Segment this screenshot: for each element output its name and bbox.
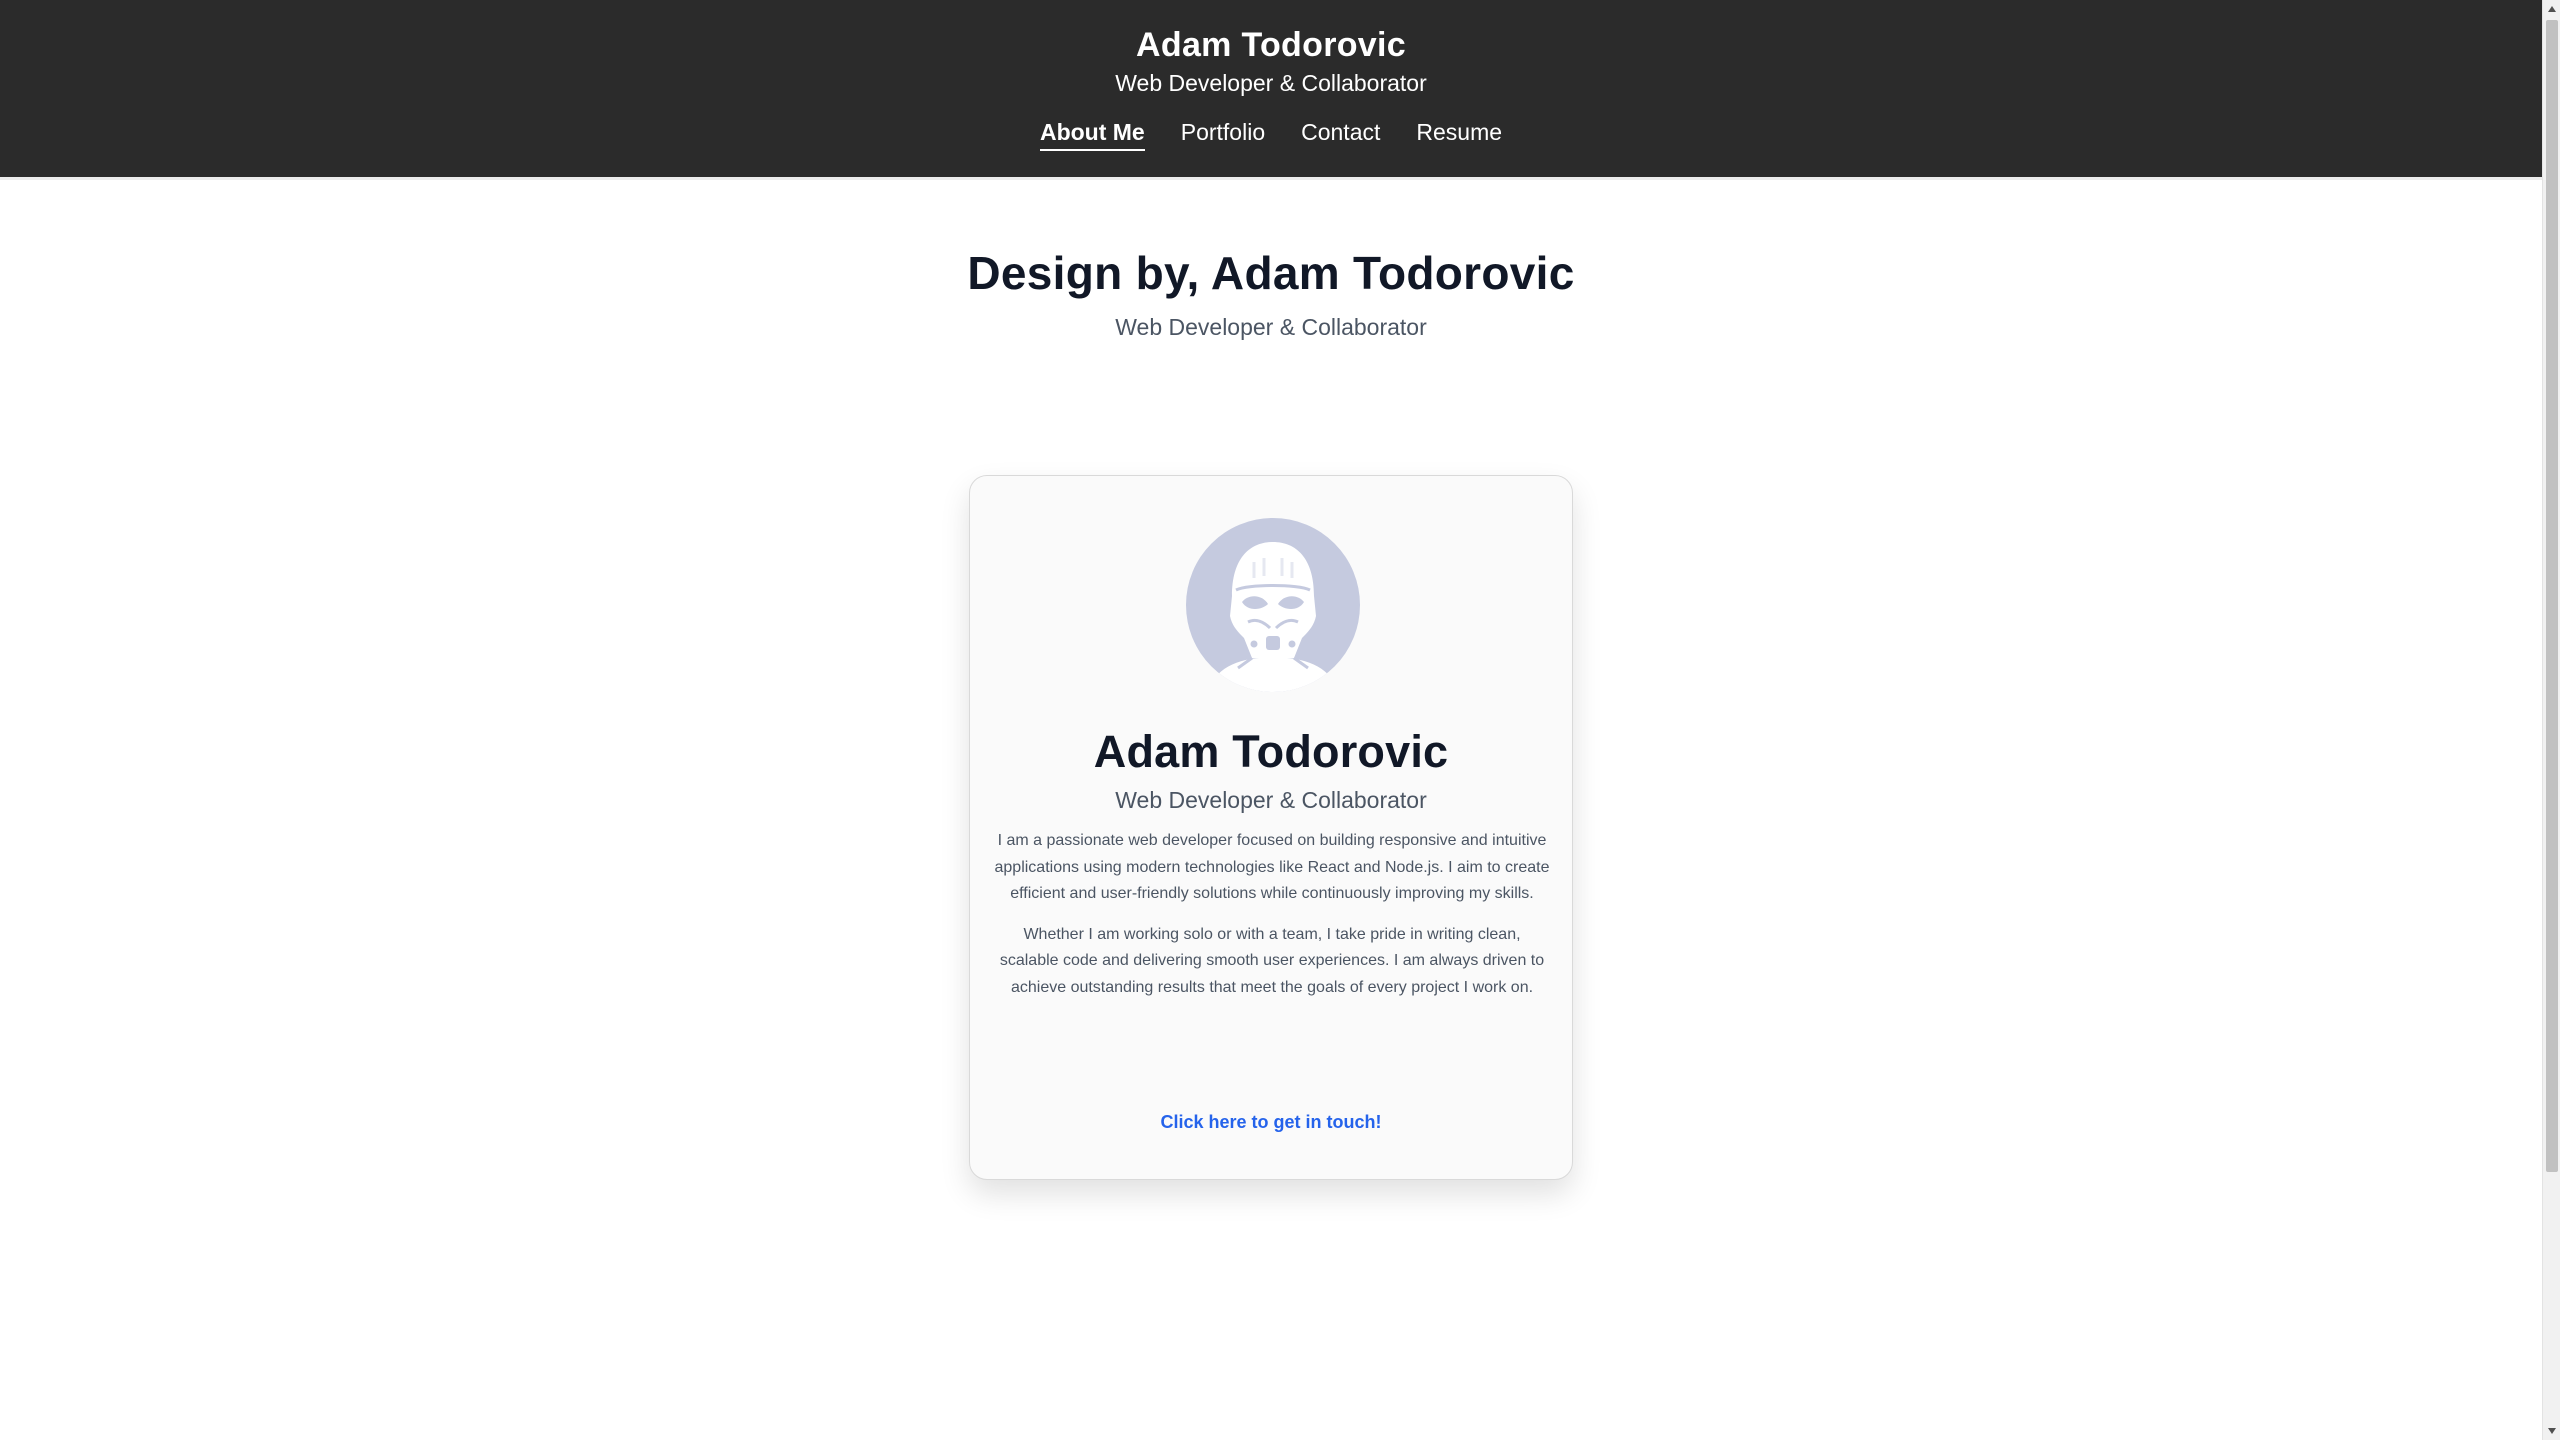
- stormtrooper-helmet-icon: [1208, 542, 1338, 692]
- nav-contact[interactable]: Contact: [1301, 119, 1380, 151]
- site-subtitle: Web Developer & Collaborator: [1115, 70, 1427, 96]
- scroll-up-arrow-icon[interactable]: [2543, 0, 2560, 18]
- profile-card: Adam Todorovic Web Developer & Collabora…: [969, 475, 1573, 1180]
- vertical-scrollbar[interactable]: [2542, 0, 2560, 1440]
- site-header: Adam Todorovic Web Developer & Collabora…: [0, 0, 2542, 180]
- main-nav: About Me Portfolio Contact Resume: [0, 119, 2542, 151]
- bio-paragraph-1: I am a passionate web developer focused …: [994, 832, 1550, 902]
- scroll-down-arrow-icon[interactable]: [2543, 1422, 2560, 1440]
- get-in-touch-link[interactable]: Click here to get in touch!: [970, 1112, 1572, 1133]
- card-name: Adam Todorovic: [1093, 726, 1449, 777]
- card-bio: I am a passionate web developer focused …: [994, 828, 1550, 1001]
- avatar: [1186, 518, 1360, 692]
- page: Adam Todorovic Web Developer & Collabora…: [0, 0, 2542, 1440]
- nav-resume[interactable]: Resume: [1416, 119, 1502, 151]
- nav-portfolio[interactable]: Portfolio: [1181, 119, 1265, 151]
- bio-paragraph-2: Whether I am working solo or with a team…: [999, 925, 1545, 996]
- hero-title: Design by, Adam Todorovic: [967, 247, 1575, 299]
- site-title: Adam Todorovic: [1136, 26, 1406, 64]
- scroll-thumb[interactable]: [2546, 20, 2558, 1172]
- card-role: Web Developer & Collaborator: [1115, 787, 1427, 813]
- hero: Design by, Adam Todorovic Web Developer …: [0, 246, 2542, 341]
- nav-about-me[interactable]: About Me: [1039, 119, 1145, 151]
- hero-subtitle: Web Developer & Collaborator: [1115, 314, 1427, 340]
